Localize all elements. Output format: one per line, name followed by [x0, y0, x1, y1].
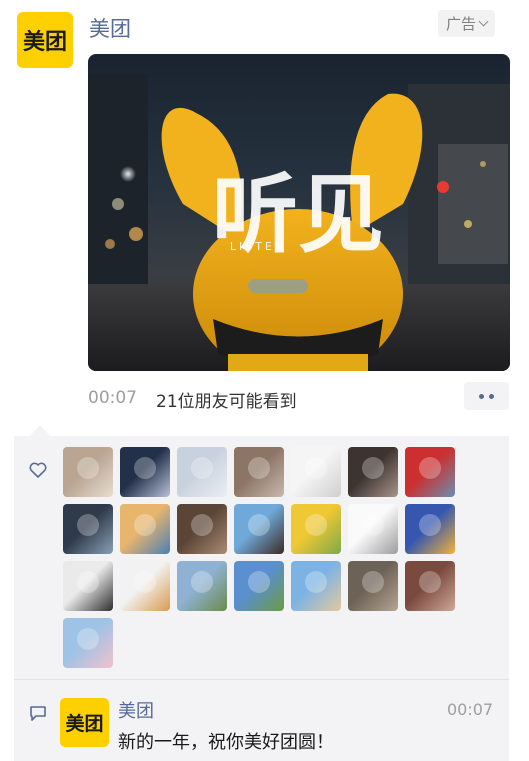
avatar-8[interactable] [63, 504, 113, 554]
logo-text: 美团 [65, 713, 104, 735]
avatar-figure [419, 571, 441, 593]
avatar-figure [248, 571, 270, 593]
avatar-3[interactable] [177, 447, 227, 497]
ad-tag-button[interactable]: 广告 [438, 10, 496, 37]
avatar-figure [191, 514, 213, 536]
dot-icon [489, 393, 494, 399]
avatar-figure [134, 457, 156, 479]
avatar-5[interactable] [291, 447, 341, 497]
avatar-figure [77, 514, 99, 536]
comment-bubble-icon [30, 706, 46, 721]
ad-label: 广告 [446, 15, 477, 33]
panel-caret [30, 425, 50, 436]
avatar-figure [77, 457, 99, 479]
avatar-22[interactable] [63, 618, 113, 668]
avatar-20[interactable] [348, 561, 398, 611]
avatar-4[interactable] [234, 447, 284, 497]
visibility-text: 21位朋友可能看到 [156, 392, 297, 412]
avatar-figure [362, 571, 384, 593]
avatar-2[interactable] [120, 447, 170, 497]
dot-icon [479, 393, 484, 399]
divider [14, 679, 509, 680]
avatar-figure [134, 514, 156, 536]
avatar-11[interactable] [234, 504, 284, 554]
video-thumbnail[interactable]: 听见 LISTEN [88, 54, 510, 371]
comment-time: 00:07 [447, 700, 494, 719]
avatar-16[interactable] [120, 561, 170, 611]
avatar-17[interactable] [177, 561, 227, 611]
avatar-19[interactable] [291, 561, 341, 611]
avatar-figure [305, 571, 327, 593]
avatar-6[interactable] [348, 447, 398, 497]
avatar-12[interactable] [291, 504, 341, 554]
post-time: 00:07 [88, 388, 137, 408]
avatar-figure [77, 628, 99, 650]
avatar-10[interactable] [177, 504, 227, 554]
avatar-figure [134, 571, 156, 593]
avatar-1[interactable] [63, 447, 113, 497]
comment-text: 新的一年，祝你美好团圆！ [118, 732, 334, 753]
meituan-logo[interactable]: 美团 [17, 12, 73, 68]
video-subtitle: LISTEN [230, 240, 286, 253]
avatar-9[interactable] [120, 504, 170, 554]
avatar-7[interactable] [405, 447, 455, 497]
chevron-down-icon [478, 16, 489, 27]
avatar-figure [305, 457, 327, 479]
avatar-18[interactable] [234, 561, 284, 611]
avatar-figure [248, 457, 270, 479]
more-options-button[interactable] [464, 382, 509, 410]
avatar-figure [305, 514, 327, 536]
logo-text: 美团 [22, 30, 67, 55]
avatar-14[interactable] [405, 504, 455, 554]
avatar-figure [362, 514, 384, 536]
avatar-15[interactable] [63, 561, 113, 611]
avatar-figure [248, 514, 270, 536]
comment-avatar[interactable]: 美团 [60, 698, 109, 747]
avatar-figure [191, 571, 213, 593]
avatar-13[interactable] [348, 504, 398, 554]
avatar-figure [362, 457, 384, 479]
heart-outline-icon [29, 462, 47, 478]
avatar-figure [419, 457, 441, 479]
avatar-21[interactable] [405, 561, 455, 611]
avatar-figure [419, 514, 441, 536]
poster-name[interactable]: 美团 [89, 13, 131, 43]
video-scene: 听见 LISTEN [88, 74, 510, 371]
avatar-figure [191, 457, 213, 479]
comment-author[interactable]: 美团 [118, 697, 154, 723]
avatar-figure [77, 571, 99, 593]
